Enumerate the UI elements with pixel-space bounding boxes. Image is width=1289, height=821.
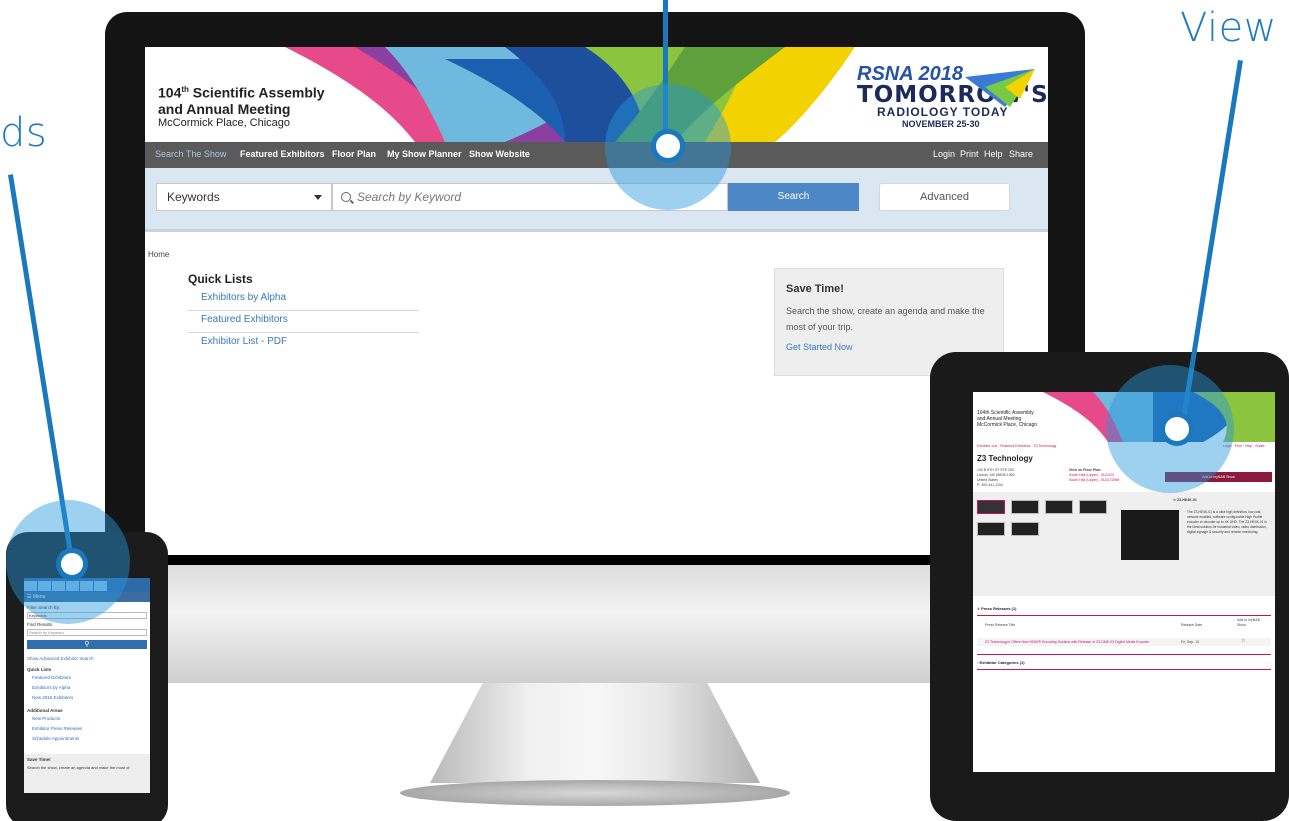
tablet-company-name: Z3 Technology	[977, 454, 1033, 463]
phone-save-title: Save Time!	[27, 757, 51, 762]
tablet-product-description: The Z3-HE4K-01 is a ultra high definitio…	[1187, 510, 1267, 534]
product-thumbnail[interactable]	[1011, 522, 1039, 536]
product-thumbnail[interactable]	[1045, 500, 1073, 514]
press-header-date: Release Date	[1181, 623, 1203, 627]
desktop-screen: 104th Scientific Assembly and Annual Meet…	[145, 47, 1048, 565]
chevron-down-icon	[314, 195, 322, 200]
phone-area-item[interactable]: Exhibitor Press Releases	[32, 726, 82, 731]
product-thumbnail[interactable]	[1011, 500, 1039, 514]
banner-location: McCormick Place, Chicago	[158, 117, 291, 129]
tablet-floor-plan-link[interactable]: South Hall (Upper) - SU1172MM	[1069, 478, 1119, 483]
tablet-press-section[interactable]: ∨ Press Releases (1)	[977, 606, 1016, 611]
phone-search-placeholder: Search by Keyword	[29, 630, 64, 635]
magnifier-dot	[1160, 412, 1194, 446]
divider	[977, 615, 1271, 616]
magnifier-dot	[651, 129, 685, 163]
main-nav: Search The Show Featured Exhibitors Floo…	[145, 142, 1048, 168]
nav-help[interactable]: Help	[984, 149, 1003, 159]
phone-quick-item[interactable]: Featured Exhibitors	[32, 675, 71, 680]
desktop-monitor-base	[400, 780, 790, 806]
tablet-product-name: ☆ Z3-HE4K-01	[1173, 498, 1197, 502]
nav-show-website[interactable]: Show Website	[469, 149, 530, 159]
quick-list-item[interactable]: Featured Exhibitors	[188, 310, 419, 333]
left-callout-text: ds	[0, 110, 48, 156]
phone-quick-item[interactable]: New 2015 Exhibitors	[32, 695, 73, 700]
nav-share[interactable]: Share	[1009, 149, 1033, 159]
magnifier-dot	[56, 548, 88, 580]
nav-search-the-show[interactable]: Search The Show	[155, 149, 226, 159]
phone-area-item[interactable]: New Products	[32, 716, 60, 721]
press-header-add: Add to myNAB Show	[1237, 618, 1260, 627]
screen-bottom-edge	[145, 555, 1048, 565]
tablet-banner-title: 104th Scientific Assembly and Annual Meet…	[977, 410, 1038, 428]
nav-print[interactable]: Print	[960, 149, 979, 159]
tablet-categories-section[interactable]: › Exhibitor Categories (1)	[977, 660, 1025, 665]
breadcrumb[interactable]: Home	[148, 250, 169, 259]
phone-search-button[interactable]: ⚲	[27, 640, 147, 649]
divider	[977, 669, 1271, 670]
phone-areas-title: Additional Areas	[27, 708, 63, 713]
search-filter-select[interactable]: Keywords	[156, 183, 332, 211]
phone-save-text: Search the show, create an agenda and ma…	[27, 765, 130, 770]
save-time-title: Save Time!	[786, 283, 844, 295]
nav-floor-plan[interactable]: Floor Plan	[332, 149, 376, 159]
quick-lists-title: Quick Lists	[188, 272, 253, 286]
product-thumbnail[interactable]	[977, 500, 1005, 514]
desktop-banner: 104th Scientific Assembly and Annual Meet…	[145, 47, 1048, 142]
phone-quick-item[interactable]: Exhibitors by Alpha	[32, 685, 70, 690]
star-icon[interactable]: ☆	[1241, 639, 1245, 644]
nav-my-show-planner[interactable]: My Show Planner	[387, 149, 462, 159]
right-callout-text: View	[1180, 5, 1277, 51]
desktop-monitor-stand	[430, 683, 760, 783]
get-started-link[interactable]: Get Started Now	[786, 342, 853, 352]
advanced-search-button[interactable]: Advanced	[879, 183, 1010, 211]
meeting-dates: NOVEMBER 25-30	[902, 119, 980, 129]
phone-advanced-link[interactable]: Show Advanced Exhibitor Search	[27, 656, 94, 661]
nav-featured-exhibitors[interactable]: Featured Exhibitors	[240, 149, 325, 159]
search-icon	[341, 192, 351, 202]
search-bar: Keywords Search by Keyword Search Advanc…	[145, 168, 1048, 232]
phone-save-panel: Save Time! Search the show, create an ag…	[24, 754, 150, 793]
press-row-title[interactable]: Z3 Technology's Offers New HDMI® Encodin…	[985, 640, 1149, 645]
phone-quick-title: Quick Lists	[27, 667, 52, 672]
press-header-title: Press Release Title	[985, 623, 1016, 627]
composition: ds View 104th Scientific Assembly and Ann…	[0, 0, 1289, 821]
phone-find-label: Find Results:	[27, 622, 54, 627]
save-time-text: Search the show, create an agenda and ma…	[786, 306, 985, 332]
divider	[977, 654, 1271, 655]
product-thumbnail[interactable]	[977, 522, 1005, 536]
product-thumbnail[interactable]	[1079, 500, 1107, 514]
quick-list-item[interactable]: Exhibitors by Alpha	[188, 288, 419, 311]
search-button[interactable]: Search	[728, 183, 859, 211]
press-row-date: Fri, Sep. 13	[1181, 640, 1200, 644]
logo-arrow-icon	[965, 69, 1035, 107]
quick-list-item[interactable]: Exhibitor List - PDF	[188, 332, 419, 355]
nav-login[interactable]: Login	[933, 149, 955, 159]
tablet-product-image	[1121, 510, 1179, 560]
tablet-address-line: P: 402-441-1194	[977, 483, 1003, 487]
phone-area-item[interactable]: Schedule Appointments	[32, 736, 79, 741]
tablet-breadcrumb[interactable]: Exhibitor List · Featured Exhibitors · Z…	[977, 444, 1056, 449]
banner-title: 104th Scientific Assembly and Annual Meet…	[158, 84, 325, 117]
